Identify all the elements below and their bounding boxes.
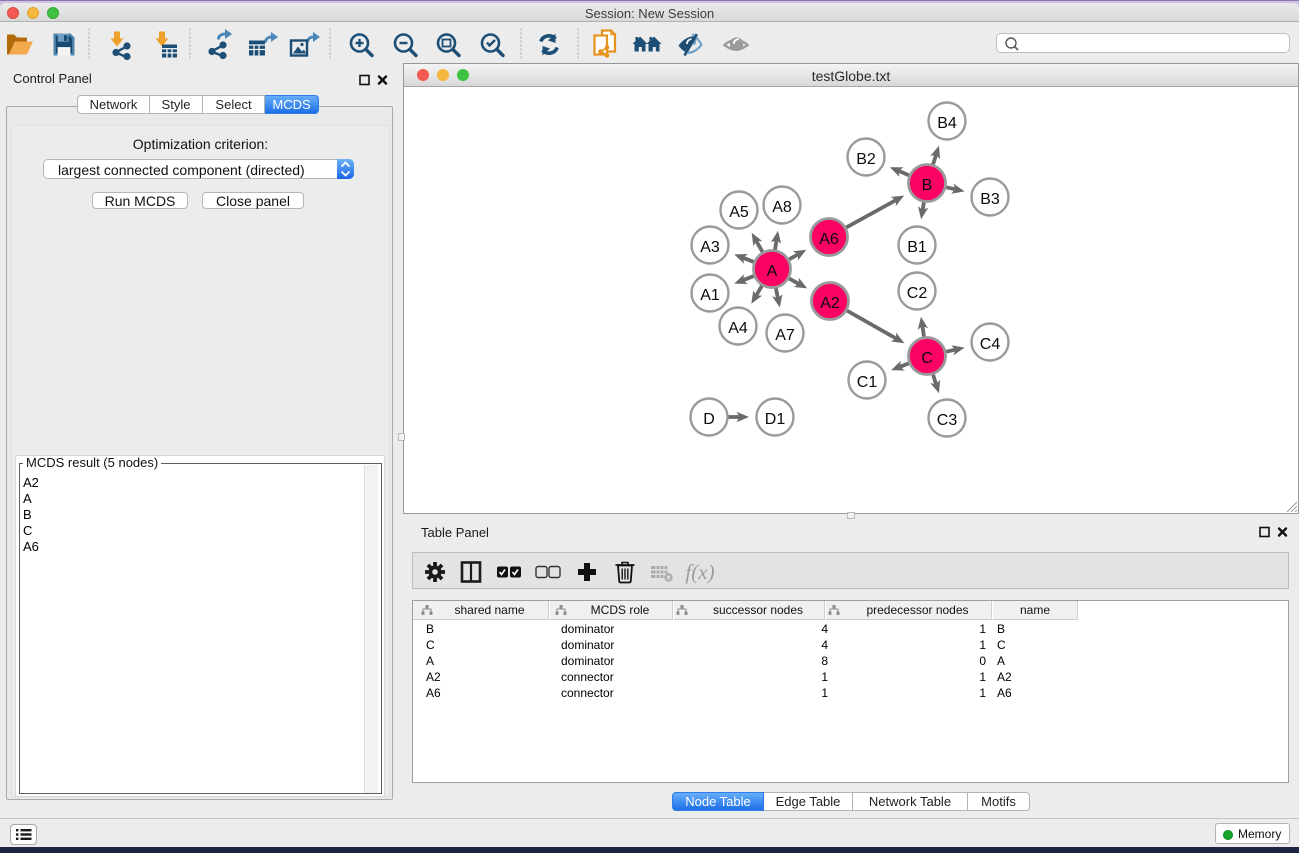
svg-text:B2: B2 — [856, 151, 876, 168]
svg-text:f(x): f(x) — [685, 560, 714, 584]
svg-text:B3: B3 — [980, 191, 1000, 208]
svg-text:C1: C1 — [857, 374, 878, 391]
svg-text:B4: B4 — [937, 115, 957, 132]
svg-text:C2: C2 — [907, 285, 928, 302]
svg-text:B: B — [922, 177, 933, 194]
svg-text:A6: A6 — [819, 231, 839, 248]
svg-text:A4: A4 — [728, 320, 748, 337]
svg-text:D1: D1 — [765, 411, 786, 428]
svg-text:B1: B1 — [907, 239, 927, 256]
svg-text:C3: C3 — [937, 412, 958, 429]
svg-text:A1: A1 — [700, 287, 720, 304]
svg-text:C4: C4 — [980, 336, 1001, 353]
svg-text:C: C — [921, 350, 933, 367]
svg-text:D: D — [703, 411, 715, 428]
svg-text:A7: A7 — [775, 327, 795, 344]
svg-text:A5: A5 — [729, 204, 749, 221]
svg-text:A3: A3 — [700, 239, 720, 256]
svg-text:A: A — [767, 263, 778, 280]
svg-text:A2: A2 — [820, 295, 840, 312]
svg-text:A8: A8 — [772, 199, 792, 216]
